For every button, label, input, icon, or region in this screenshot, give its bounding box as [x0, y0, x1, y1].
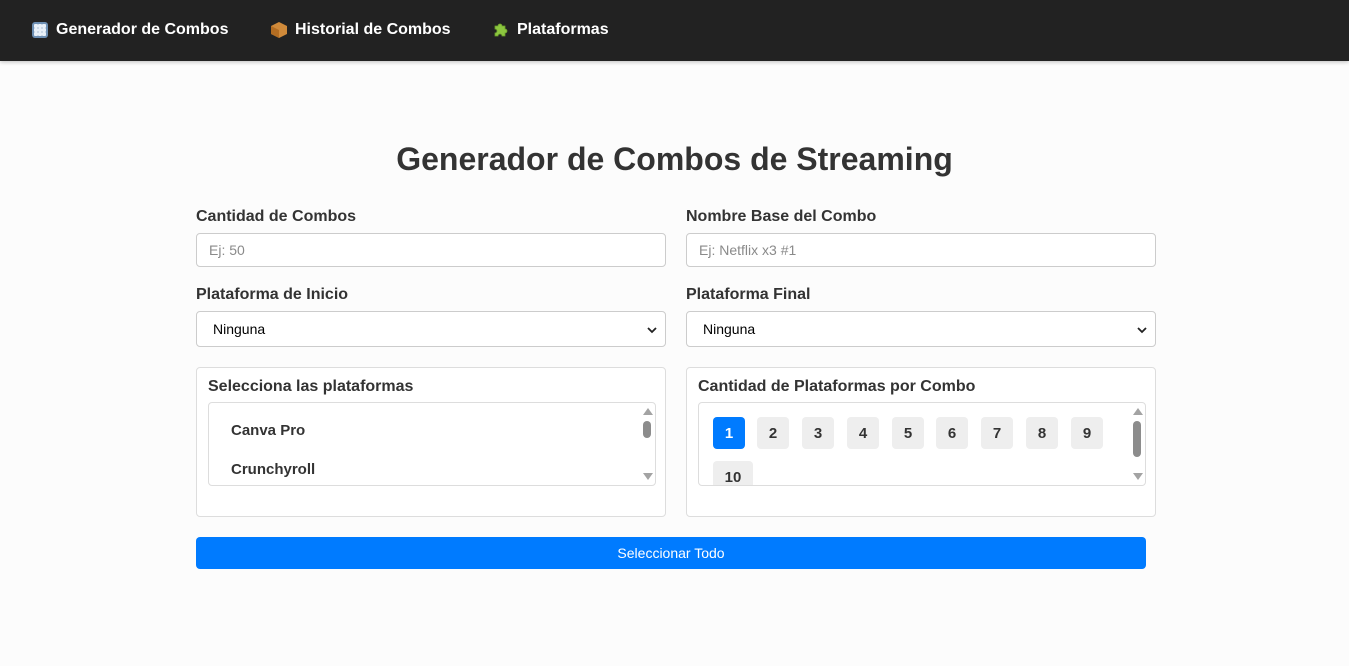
count-option-1[interactable]: 1 [713, 417, 745, 449]
scroll-up-arrow-icon[interactable] [643, 408, 653, 415]
scroll-down-arrow-icon[interactable] [643, 473, 653, 480]
top-navbar: Generador de Combos Historial de Combos … [0, 0, 1349, 61]
chevron-down-icon [647, 327, 657, 334]
count-panel: Cantidad de Plataformas por Combo 1 2 3 … [686, 367, 1156, 517]
nav-item-label: Historial de Combos [295, 21, 451, 38]
count-options[interactable]: 1 2 3 4 5 6 7 8 9 10 [698, 402, 1146, 486]
count-option-7[interactable]: 7 [981, 417, 1013, 449]
count-option-8[interactable]: 8 [1026, 417, 1058, 449]
scroll-up-arrow-icon[interactable] [1133, 408, 1143, 415]
platforms-list[interactable]: Canva Pro Crunchyroll [208, 402, 656, 486]
puzzle-piece-icon [493, 22, 509, 38]
page-title: Generador de Combos de Streaming [396, 141, 953, 177]
scrollbar-thumb[interactable] [643, 421, 651, 438]
cantidad-combos-label: Cantidad de Combos [196, 208, 357, 225]
plataforma-inicio-label: Plataforma de Inicio [196, 286, 349, 303]
count-option-3[interactable]: 3 [802, 417, 834, 449]
nav-item-historial[interactable]: Historial de Combos [271, 20, 451, 40]
control-knobs-icon [32, 22, 48, 38]
count-option-9[interactable]: 9 [1071, 417, 1103, 449]
nav-item-label: Generador de Combos [56, 21, 229, 38]
scroll-down-arrow-icon[interactable] [1133, 473, 1143, 480]
plataforma-inicio-select[interactable]: Ninguna [196, 311, 666, 347]
count-option-10[interactable]: 10 [713, 461, 753, 485]
nombre-base-label: Nombre Base del Combo [686, 208, 877, 225]
nombre-base-input[interactable] [686, 233, 1156, 267]
chevron-down-icon [1137, 327, 1147, 334]
scrollbar-thumb[interactable] [1133, 421, 1141, 457]
select-value: Ninguna [703, 321, 756, 337]
scrollbar[interactable] [639, 403, 655, 485]
list-item[interactable]: Canva Pro [231, 422, 305, 439]
count-panel-title: Cantidad de Plataformas por Combo [698, 378, 976, 395]
count-option-4[interactable]: 4 [847, 417, 879, 449]
scrollbar[interactable] [1129, 403, 1145, 485]
count-option-6[interactable]: 6 [936, 417, 968, 449]
package-icon [271, 22, 287, 38]
list-item[interactable]: Crunchyroll [231, 461, 315, 478]
select-value: Ninguna [213, 321, 266, 337]
nav-item-generador[interactable]: Generador de Combos [32, 20, 228, 40]
platforms-panel: Selecciona las plataformas Canva Pro Cru… [196, 367, 666, 517]
platforms-panel-title: Selecciona las plataformas [208, 378, 414, 395]
plataforma-final-label: Plataforma Final [686, 286, 811, 303]
cantidad-combos-input[interactable] [196, 233, 666, 267]
nav-item-plataformas[interactable]: Plataformas [493, 20, 609, 40]
select-all-button[interactable]: Seleccionar Todo [196, 537, 1146, 569]
count-option-2[interactable]: 2 [757, 417, 789, 449]
plataforma-final-select[interactable]: Ninguna [686, 311, 1156, 347]
nav-item-label: Plataformas [517, 21, 609, 38]
count-option-5[interactable]: 5 [892, 417, 924, 449]
